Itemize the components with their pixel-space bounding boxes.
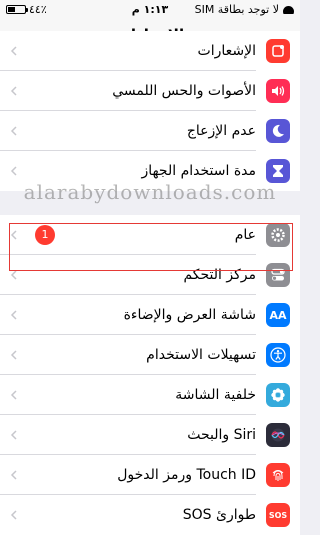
settings-row-label: Siri والبحث (187, 427, 256, 443)
settings-row-label: تسهيلات الاستخدام (146, 347, 256, 363)
settings-row-emergency-sos[interactable]: SOS طوارئ SOS (0, 495, 300, 535)
highlight-box (9, 223, 293, 271)
chevron-icon (10, 86, 17, 96)
settings-row-label: شاشة العرض والإضاءة (123, 307, 256, 323)
sos-icon: SOS (266, 503, 290, 527)
settings-group-notifications: الإشعارات الأصوات والحس اللمسي عدم الإزع… (0, 31, 300, 191)
chevron-icon (10, 46, 17, 56)
fingerprint-icon (266, 463, 290, 487)
moon-icon (266, 119, 290, 143)
settings-row-sounds[interactable]: الأصوات والحس اللمسي (0, 71, 300, 111)
settings-row-label: الأصوات والحس اللمسي (112, 83, 256, 99)
status-bar: ٤٤٪ ١:١٣ م لا توجد بطاقة SIM (0, 0, 300, 20)
settings-row-label: طوارئ SOS (182, 507, 256, 523)
siri-icon (266, 423, 290, 447)
wifi-icon (283, 5, 294, 14)
wallpaper-icon (266, 383, 290, 407)
chevron-icon (10, 166, 17, 176)
settings-row-do-not-disturb[interactable]: عدم الإزعاج (0, 111, 300, 151)
settings-row-touch-id[interactable]: Touch ID ورمز الدخول (0, 455, 300, 495)
settings-row-label: Touch ID ورمز الدخول (117, 467, 256, 483)
settings-row-siri[interactable]: Siri والبحث (0, 415, 300, 455)
display-icon: AA (266, 303, 290, 327)
chevron-icon (10, 390, 17, 400)
carrier-text: لا توجد بطاقة SIM (194, 3, 279, 16)
settings-row-notifications[interactable]: الإشعارات (0, 31, 300, 71)
sounds-icon (266, 79, 290, 103)
chevron-icon (10, 310, 17, 320)
settings-row-label: عدم الإزعاج (186, 123, 256, 139)
chevron-icon (10, 470, 17, 480)
chevron-icon (10, 270, 17, 280)
chevron-icon (10, 510, 17, 520)
chevron-icon (10, 430, 17, 440)
chevron-icon (10, 126, 17, 136)
accessibility-icon (266, 343, 290, 367)
notifications-icon (266, 39, 290, 63)
chevron-icon (10, 350, 17, 360)
watermark-text: alarabydownloads.com (23, 180, 277, 204)
settings-row-wallpaper[interactable]: خلفية الشاشة (0, 375, 300, 415)
settings-row-display[interactable]: AA شاشة العرض والإضاءة (0, 295, 300, 335)
settings-row-label: خلفية الشاشة (175, 387, 256, 403)
settings-row-label: الإشعارات (197, 43, 256, 59)
settings-row-accessibility[interactable]: تسهيلات الاستخدام (0, 335, 300, 375)
